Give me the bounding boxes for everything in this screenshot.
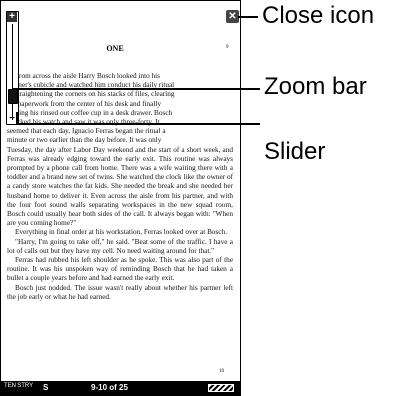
book-paragraph: Everything in final order at his worksta… [15, 228, 228, 237]
close-callout-line [238, 16, 258, 18]
chapter-title: ONE [106, 44, 124, 53]
story-icon: TEN STRY [4, 383, 34, 389]
page-number-bottom: 10 [219, 369, 224, 374]
book-line: the paperwork from the center of his des… [7, 99, 162, 108]
close-callout-label: Close icon [262, 2, 375, 29]
zoom-track[interactable] [12, 24, 13, 120]
zoom-slider[interactable] [8, 89, 18, 105]
status-bar: TEN STRY S 9-10 of 25 [1, 381, 240, 395]
book-line: From across the aisle Harry Bosch looked… [15, 72, 160, 80]
ebook-reader-screen: ONE 9 From across the aisle Harry Bosch … [0, 0, 241, 396]
book-line: of straightening the corners on his stac… [7, 90, 175, 99]
page-indicator: 9-10 of 25 [91, 383, 128, 392]
book-paragraph: Tuesday, the day after Labor Day weekend… [7, 145, 233, 228]
status-s-label: S [43, 383, 49, 392]
book-line: placing his rinsed out coffee cup in a d… [7, 108, 173, 117]
book-paragraph: "Harry, I'm going to take off," he said.… [7, 237, 233, 255]
page-number-top: 9 [226, 45, 229, 50]
book-line: seemed that each day, Ignacio Ferras beg… [7, 127, 166, 136]
book-paragraph: Ferras had rubbed his left shoulder as h… [7, 256, 233, 283]
zoom-bar-callout-line [12, 88, 260, 90]
book-text: From across the aisle Harry Bosch looked… [7, 72, 233, 302]
zoom-bar-callout-label: Zoom bar [264, 73, 367, 100]
zoom-bar[interactable]: + − [6, 11, 19, 125]
slider-callout-label: Slider [264, 138, 326, 165]
zoom-in-button[interactable]: + [7, 12, 17, 22]
book-line: minute or two earlier than the day befor… [7, 136, 162, 145]
battery-icon [208, 384, 234, 392]
book-paragraph: Bosch just nodded. The issue wasn't real… [7, 283, 233, 301]
slider-callout-line [16, 123, 260, 125]
